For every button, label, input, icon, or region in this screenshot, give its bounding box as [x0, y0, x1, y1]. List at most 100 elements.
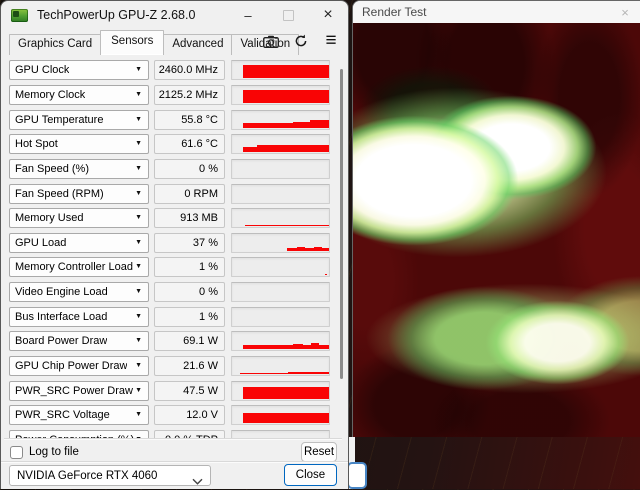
sensor-row: Bus Interface Load ▼ 1 %: [1, 304, 350, 329]
maximize-button[interactable]: [268, 2, 308, 28]
render-test-title: Render Test: [362, 5, 426, 19]
sensor-graph: [231, 60, 330, 80]
sensor-graph: [231, 430, 330, 438]
sensor-dropdown[interactable]: Board Power Draw ▼: [9, 331, 149, 351]
sensor-dropdown[interactable]: Fan Speed (%) ▼: [9, 159, 149, 179]
graph-bar: [240, 373, 289, 374]
sensor-row: Fan Speed (RPM) ▼ 0 RPM: [1, 181, 350, 206]
graph-bar: [288, 372, 329, 374]
sensor-dropdown[interactable]: Power Consumption (%) ▼: [9, 430, 149, 438]
sensor-value-box: 0 %: [154, 159, 225, 179]
sensor-value-box: 1 %: [154, 257, 225, 277]
sensor-value: 1 %: [199, 311, 218, 323]
sensor-label: GPU Load: [15, 237, 66, 249]
minimize-button[interactable]: –: [228, 2, 268, 28]
sensor-dropdown[interactable]: GPU Load ▼: [9, 233, 149, 253]
sensor-dropdown[interactable]: GPU Clock ▼: [9, 60, 149, 80]
sensor-value-box: 913 MB: [154, 208, 225, 228]
graph-bar: [293, 122, 309, 128]
sensor-graph: [231, 159, 330, 179]
sensor-dropdown[interactable]: Hot Spot ▼: [9, 134, 149, 154]
sensor-label: PWR_SRC Power Draw: [15, 385, 133, 397]
sensor-graph: [231, 208, 330, 228]
dropdown-arrow-icon: ▼: [135, 337, 142, 344]
dropdown-arrow-icon: ▼: [135, 411, 142, 418]
close-window-button[interactable]: ×: [308, 2, 348, 28]
close-button[interactable]: Close: [284, 464, 337, 486]
sensor-dropdown[interactable]: Memory Clock ▼: [9, 85, 149, 105]
sensor-value-box: 61.6 °C: [154, 134, 225, 154]
sensor-label: GPU Clock: [15, 64, 69, 76]
sensor-label: GPU Temperature: [15, 114, 103, 126]
sensor-label: GPU Chip Power Draw: [15, 360, 127, 372]
sensor-dropdown[interactable]: PWR_SRC Voltage ▼: [9, 405, 149, 425]
dropdown-arrow-icon: ▼: [135, 214, 142, 221]
sensor-dropdown[interactable]: Video Engine Load ▼: [9, 282, 149, 302]
sensor-graph: [231, 307, 330, 327]
dropdown-arrow-icon: ▼: [135, 91, 142, 98]
sensor-dropdown[interactable]: Memory Used ▼: [9, 208, 149, 228]
graph-bar: [310, 120, 329, 127]
sensor-value: 12.0 V: [186, 409, 218, 421]
sensor-label: Hot Spot: [15, 138, 58, 150]
refresh-icon[interactable]: [292, 33, 310, 49]
sensor-value-box: 12.0 V: [154, 405, 225, 425]
sensor-value: 37 %: [193, 237, 218, 249]
dropdown-arrow-icon: ▼: [135, 239, 142, 246]
graph-bar: [243, 90, 329, 103]
gpu-select-dropdown[interactable]: NVIDIA GeForce RTX 4060: [9, 465, 211, 486]
graph-bar: [243, 413, 329, 423]
sensor-graph: [231, 356, 330, 376]
render-test-close-button[interactable]: ×: [616, 4, 634, 20]
sensor-value: 55.8 °C: [181, 114, 218, 126]
dropdown-arrow-icon: ▼: [135, 140, 142, 147]
sensor-value-box: 21.6 W: [154, 356, 225, 376]
dropdown-arrow-icon: ▼: [135, 288, 142, 295]
window-title: TechPowerUp GPU-Z 2.68.0: [37, 8, 195, 22]
graph-bar: [314, 247, 322, 251]
sensor-dropdown[interactable]: GPU Chip Power Draw ▼: [9, 356, 149, 376]
sensor-dropdown[interactable]: GPU Temperature ▼: [9, 110, 149, 130]
sensor-row: GPU Load ▼ 37 %: [1, 230, 350, 255]
sensor-value-box: 0 RPM: [154, 184, 225, 204]
sensor-graph: [231, 110, 330, 130]
graph-bar: [322, 248, 329, 250]
graph-bar: [287, 248, 297, 251]
sensor-dropdown[interactable]: Memory Controller Load ▼: [9, 257, 149, 277]
scrollbar-thumb[interactable]: [340, 69, 343, 379]
gpuz-window: TechPowerUp GPU-Z 2.68.0 – × Graphics Ca…: [0, 0, 349, 489]
log-to-file-checkbox[interactable]: [10, 446, 23, 459]
sensor-row: GPU Clock ▼ 2460.0 MHz: [1, 58, 350, 83]
sensor-dropdown[interactable]: Fan Speed (RPM) ▼: [9, 184, 149, 204]
sensor-dropdown[interactable]: PWR_SRC Power Draw ▼: [9, 381, 149, 401]
tab-graphics-card[interactable]: Graphics Card: [9, 34, 101, 55]
sensor-value: 2125.2 MHz: [159, 89, 218, 101]
graph-bar: [243, 123, 293, 128]
background-button-fragment: [347, 462, 367, 489]
dropdown-arrow-icon: ▼: [135, 116, 142, 123]
sensor-graph: [231, 134, 330, 154]
bottom-bar: NVIDIA GeForce RTX 4060 Close: [1, 464, 350, 488]
tab-sensors[interactable]: Sensors: [100, 30, 164, 55]
tab-advanced[interactable]: Advanced: [163, 34, 232, 55]
divider: [1, 461, 348, 463]
sensor-value: 47.5 W: [183, 385, 218, 397]
sensor-value-box: 2460.0 MHz: [154, 60, 225, 80]
sensor-value: 913 MB: [180, 212, 218, 224]
gpuz-titlebar: TechPowerUp GPU-Z 2.68.0 – ×: [1, 1, 348, 29]
sensor-row: Memory Used ▼ 913 MB: [1, 206, 350, 231]
graph-bar: [303, 345, 311, 350]
sensor-value: 69.1 W: [183, 335, 218, 347]
reset-button[interactable]: Reset: [301, 442, 337, 462]
sensor-value-box: 2125.2 MHz: [154, 85, 225, 105]
graph-bar: [243, 65, 329, 78]
sensor-row: PWR_SRC Voltage ▼ 12.0 V: [1, 403, 350, 428]
dropdown-arrow-icon: ▼: [135, 263, 142, 270]
sensor-dropdown[interactable]: Bus Interface Load ▼: [9, 307, 149, 327]
graph-bar: [257, 145, 309, 152]
sensor-row: GPU Temperature ▼ 55.8 °C: [1, 107, 350, 132]
menu-icon[interactable]: ≡: [322, 33, 340, 49]
dropdown-arrow-icon: ▼: [135, 66, 142, 73]
camera-icon[interactable]: [262, 33, 280, 49]
sensor-list: GPU Clock ▼ 2460.0 MHz Memory Clock ▼ 21…: [1, 58, 350, 438]
